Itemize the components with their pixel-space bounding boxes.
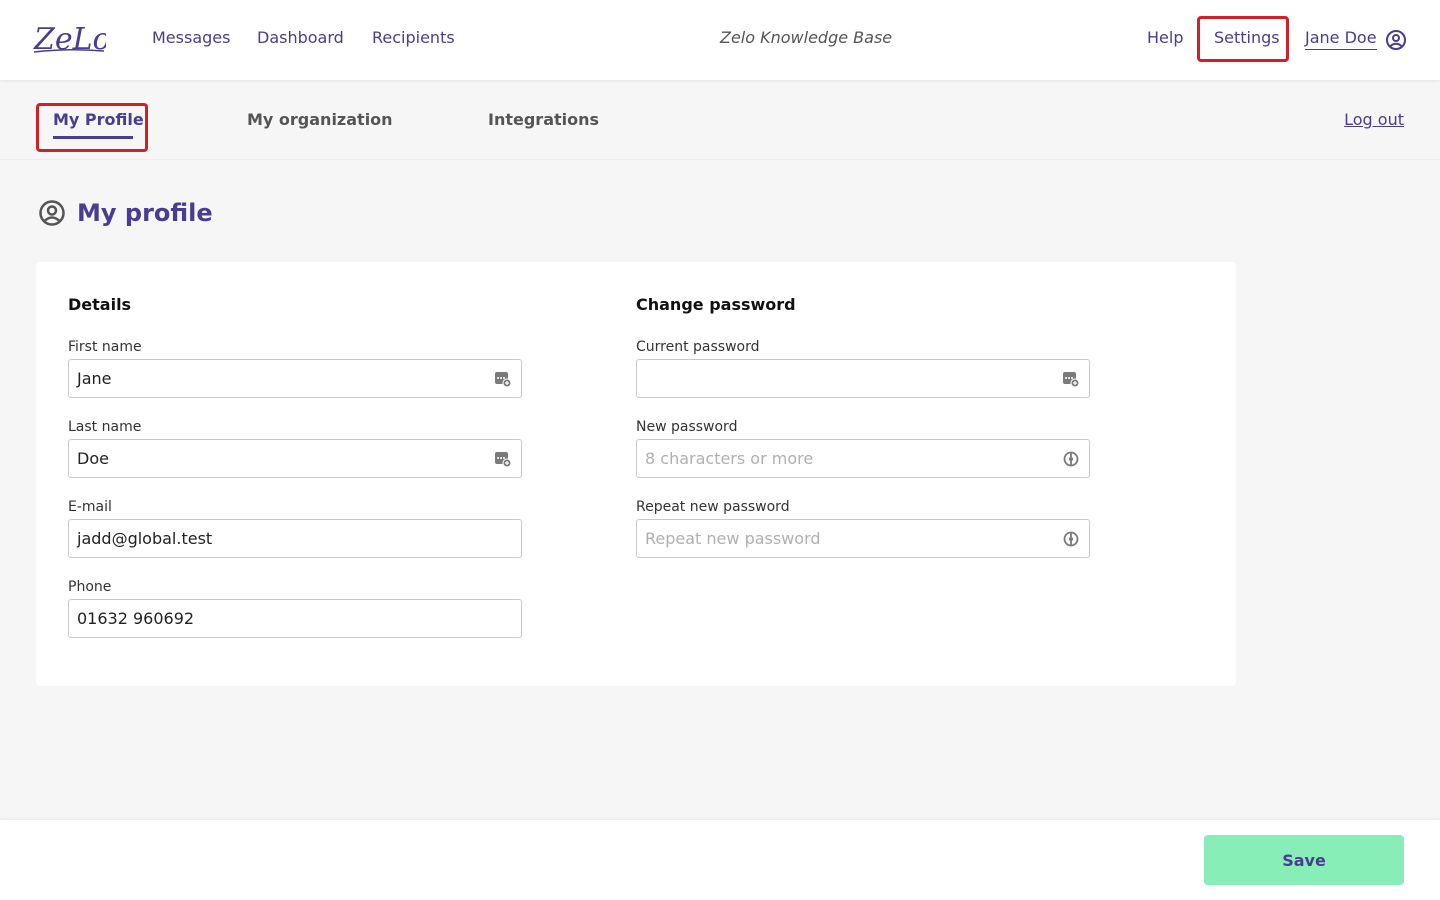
password-generator-icon[interactable] — [1062, 450, 1080, 468]
password-manager-icon[interactable] — [494, 370, 512, 388]
tab-integrations[interactable]: Integrations — [488, 109, 599, 131]
details-heading: Details — [68, 295, 132, 314]
first-name-label: First name — [68, 339, 142, 355]
tab-my-profile[interactable]: My Profile — [53, 109, 144, 131]
phone-value: 01632 960692 — [77, 609, 195, 628]
user-circle-icon[interactable] — [1385, 29, 1407, 51]
change-password-heading: Change password — [636, 295, 796, 314]
repeat-password-label: Repeat new password — [636, 499, 790, 515]
phone-field[interactable]: 01632 960692 — [68, 599, 522, 638]
zelo-logo[interactable]: ZeLo — [32, 18, 106, 58]
new-password-placeholder: 8 characters or more — [645, 449, 814, 468]
current-password-label: Current password — [636, 339, 760, 355]
email-label: E-mail — [68, 499, 112, 515]
last-name-label: Last name — [68, 419, 142, 435]
new-password-field[interactable]: 8 characters or more — [636, 439, 1090, 478]
knowledge-base-link[interactable]: Zelo Knowledge Base — [720, 27, 892, 49]
page-title: My profile — [77, 199, 213, 227]
last-name-field[interactable]: Doe — [68, 439, 522, 478]
password-manager-icon[interactable] — [494, 450, 512, 468]
profile-icon — [39, 200, 65, 226]
active-tab-indicator — [53, 136, 133, 139]
help-link[interactable]: Help — [1147, 27, 1183, 49]
email-value: jadd@global.test — [77, 529, 213, 548]
repeat-password-field[interactable]: Repeat new password — [636, 519, 1090, 558]
svg-text:ZeLo: ZeLo — [33, 22, 106, 57]
password-generator-icon[interactable] — [1062, 530, 1080, 548]
nav-dashboard-link[interactable]: Dashboard — [257, 27, 344, 49]
email-field[interactable]: jadd@global.test — [68, 519, 522, 558]
top-navigation-bar: ZeLo Messages Dashboard Recipients Zelo … — [0, 0, 1440, 80]
settings-link[interactable]: Settings — [1214, 27, 1280, 49]
settings-subnav: My Profile My organization Integrations … — [0, 80, 1440, 160]
profile-card: Details First name Jane Last name Doe E-… — [36, 262, 1236, 686]
logout-link[interactable]: Log out — [1344, 109, 1404, 131]
current-password-field[interactable] — [636, 359, 1090, 398]
repeat-password-placeholder: Repeat new password — [645, 529, 821, 548]
save-button[interactable]: Save — [1204, 835, 1404, 885]
tab-my-organization[interactable]: My organization — [247, 109, 393, 131]
first-name-value: Jane — [77, 369, 112, 388]
nav-recipients-link[interactable]: Recipients — [372, 27, 455, 49]
password-manager-icon[interactable] — [1062, 370, 1080, 388]
footer-bar: Save — [0, 820, 1440, 900]
nav-messages-link[interactable]: Messages — [152, 27, 230, 49]
new-password-label: New password — [636, 419, 738, 435]
last-name-value: Doe — [77, 449, 109, 468]
phone-label: Phone — [68, 579, 112, 595]
user-name-link[interactable]: Jane Doe — [1305, 27, 1377, 50]
first-name-field[interactable]: Jane — [68, 359, 522, 398]
